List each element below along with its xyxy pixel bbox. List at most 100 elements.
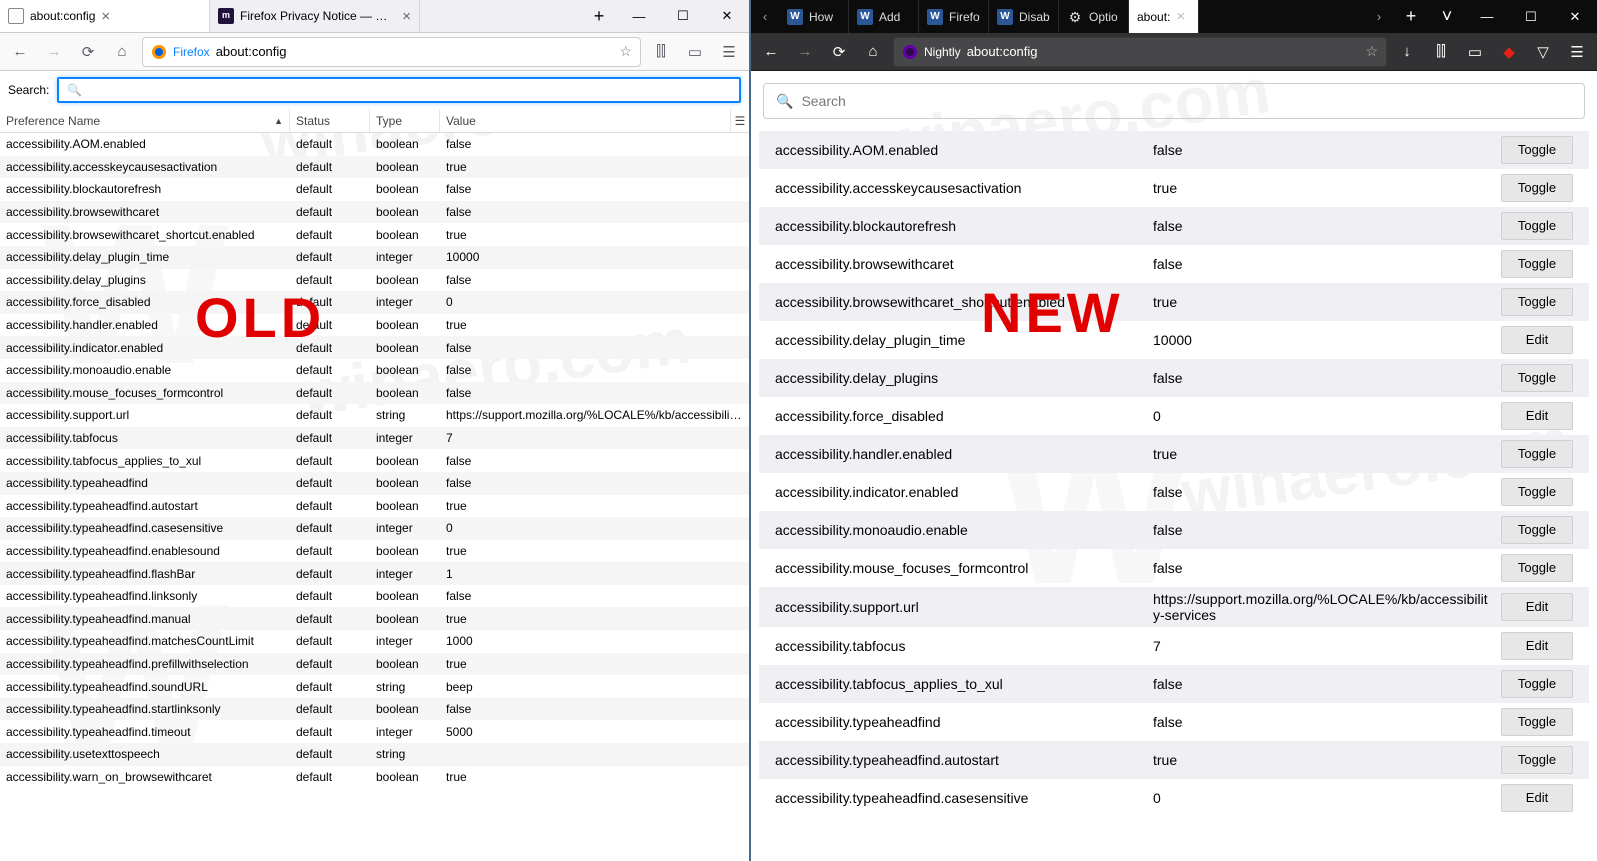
- tab[interactable]: WDisab: [989, 0, 1059, 33]
- bookmark-star-icon[interactable]: ☆: [1365, 43, 1378, 60]
- edit-button[interactable]: Edit: [1501, 784, 1573, 812]
- maximize-button[interactable]: ☐: [1509, 0, 1553, 33]
- pref-row[interactable]: accessibility.tabfocus_applies_to_xuldef…: [0, 449, 749, 472]
- toggle-button[interactable]: Toggle: [1501, 670, 1573, 698]
- pref-row[interactable]: accessibility.delay_plugin_timedefaultin…: [0, 246, 749, 269]
- pref-row[interactable]: accessibility.usetexttospeechdefaultstri…: [0, 743, 749, 766]
- pref-row[interactable]: accessibility.typeaheadfind.startlinkson…: [0, 698, 749, 721]
- pref-row[interactable]: accessibility.typeaheadfind.manualdefaul…: [0, 607, 749, 630]
- back-button[interactable]: ←: [6, 38, 34, 66]
- pref-name: accessibility.typeaheadfind.linksonly: [0, 589, 290, 603]
- pref-row[interactable]: accessibility.delay_pluginsdefaultboolea…: [0, 269, 749, 292]
- pref-row[interactable]: accessibility.monoaudio.enabledefaultboo…: [0, 359, 749, 382]
- tab[interactable]: ⚙Optio: [1059, 0, 1129, 33]
- close-tab-icon[interactable]: ×: [101, 8, 110, 25]
- sidebar-button[interactable]: ▭: [681, 38, 709, 66]
- menu-button[interactable]: ☰: [1563, 38, 1591, 66]
- ublock-icon[interactable]: ◆: [1495, 38, 1523, 66]
- reload-button[interactable]: ⟳: [74, 38, 102, 66]
- column-picker[interactable]: ☰: [731, 109, 749, 132]
- pref-row[interactable]: accessibility.typeaheadfinddefaultboolea…: [0, 472, 749, 495]
- sidebar-button[interactable]: ▭: [1461, 38, 1489, 66]
- minimize-button[interactable]: —: [1465, 0, 1509, 33]
- column-value[interactable]: Value: [440, 109, 731, 132]
- alltabs-button[interactable]: ˅: [1429, 0, 1465, 33]
- pref-row[interactable]: accessibility.browsewithcaret_shortcut.e…: [0, 223, 749, 246]
- pref-row[interactable]: accessibility.handler.enableddefaultbool…: [0, 314, 749, 337]
- tab-scroll-left[interactable]: ‹: [751, 0, 779, 33]
- close-tab-icon[interactable]: ×: [1176, 8, 1185, 25]
- library-button[interactable]: ⫿⫿: [1427, 38, 1455, 66]
- toggle-button[interactable]: Toggle: [1501, 746, 1573, 774]
- pref-row[interactable]: accessibility.typeaheadfind.matchesCount…: [0, 630, 749, 653]
- toggle-button[interactable]: Toggle: [1501, 440, 1573, 468]
- pref-row[interactable]: accessibility.accesskeycausesactivationd…: [0, 156, 749, 179]
- downloads-button[interactable]: ↓: [1393, 38, 1421, 66]
- back-button[interactable]: ←: [757, 38, 785, 66]
- pref-row[interactable]: accessibility.typeaheadfind.enablesoundd…: [0, 540, 749, 563]
- newtab-button[interactable]: +: [581, 0, 617, 32]
- pref-row[interactable]: accessibility.typeaheadfind.linksonlydef…: [0, 585, 749, 608]
- pref-value: 7: [440, 431, 749, 445]
- toggle-button[interactable]: Toggle: [1501, 516, 1573, 544]
- toggle-button[interactable]: Toggle: [1501, 288, 1573, 316]
- minimize-button[interactable]: —: [617, 0, 661, 32]
- library-button[interactable]: ⫿⫿: [647, 38, 675, 66]
- toggle-button[interactable]: Toggle: [1501, 212, 1573, 240]
- urlbar[interactable]: Firefox about:config ☆: [142, 37, 641, 67]
- pref-row[interactable]: accessibility.tabfocusdefaultinteger7: [0, 427, 749, 450]
- tab[interactable]: WHow: [779, 0, 849, 33]
- edit-button[interactable]: Edit: [1501, 402, 1573, 430]
- home-button[interactable]: ⌂: [108, 38, 136, 66]
- search-input[interactable]: 🔍 Search: [763, 83, 1585, 119]
- forward-button[interactable]: →: [40, 38, 68, 66]
- pref-row[interactable]: accessibility.warn_on_browsewithcaretdef…: [0, 766, 749, 789]
- tab[interactable]: WAdd: [849, 0, 919, 33]
- menu-button[interactable]: ☰: [715, 38, 743, 66]
- toggle-button[interactable]: Toggle: [1501, 136, 1573, 164]
- column-preference-name[interactable]: Preference Name▲: [0, 109, 290, 132]
- toggle-button[interactable]: Toggle: [1501, 250, 1573, 278]
- toggle-button[interactable]: Toggle: [1501, 478, 1573, 506]
- pref-row[interactable]: accessibility.AOM.enableddefaultbooleanf…: [0, 133, 749, 156]
- tab[interactable]: mFirefox Privacy Notice — Mozi×: [210, 0, 420, 32]
- search-input[interactable]: 🔍: [57, 77, 741, 103]
- pref-row[interactable]: accessibility.blockautorefreshdefaultboo…: [0, 178, 749, 201]
- forward-button[interactable]: →: [791, 38, 819, 66]
- toggle-button[interactable]: Toggle: [1501, 174, 1573, 202]
- newtab-button[interactable]: +: [1393, 0, 1429, 33]
- pref-row[interactable]: accessibility.typeaheadfind.flashBardefa…: [0, 562, 749, 585]
- toggle-button[interactable]: Toggle: [1501, 554, 1573, 582]
- close-window-button[interactable]: ✕: [705, 0, 749, 32]
- edit-button[interactable]: Edit: [1501, 326, 1573, 354]
- column-type[interactable]: Type: [370, 109, 440, 132]
- pref-value: https://support.mozilla.org/%LOCALE%/kb/…: [440, 408, 749, 422]
- pref-row[interactable]: accessibility.typeaheadfind.casesensitiv…: [0, 517, 749, 540]
- edit-button[interactable]: Edit: [1501, 632, 1573, 660]
- bookmark-star-icon[interactable]: ☆: [619, 43, 632, 60]
- pref-row[interactable]: accessibility.indicator.enableddefaultbo…: [0, 336, 749, 359]
- pref-row[interactable]: accessibility.mouse_focuses_formcontrold…: [0, 382, 749, 405]
- maximize-button[interactable]: ☐: [661, 0, 705, 32]
- toggle-button[interactable]: Toggle: [1501, 364, 1573, 392]
- column-status[interactable]: Status: [290, 109, 370, 132]
- urlbar[interactable]: Nightly about:config ☆: [893, 37, 1387, 67]
- pref-row[interactable]: accessibility.typeaheadfind.prefillwiths…: [0, 653, 749, 676]
- tab[interactable]: about:×: [1129, 0, 1199, 33]
- pref-row[interactable]: accessibility.force_disableddefaultinteg…: [0, 291, 749, 314]
- pref-row[interactable]: accessibility.typeaheadfind.autostartdef…: [0, 495, 749, 518]
- pref-row[interactable]: accessibility.typeaheadfind.timeoutdefau…: [0, 720, 749, 743]
- toggle-button[interactable]: Toggle: [1501, 708, 1573, 736]
- shield-icon[interactable]: ▽: [1529, 38, 1557, 66]
- tab[interactable]: WFirefo: [919, 0, 989, 33]
- close-tab-icon[interactable]: ×: [402, 8, 411, 25]
- tab-scroll-right[interactable]: ›: [1365, 0, 1393, 33]
- tab[interactable]: about:config×: [0, 0, 210, 32]
- pref-row[interactable]: accessibility.typeaheadfind.soundURLdefa…: [0, 675, 749, 698]
- close-window-button[interactable]: ✕: [1553, 0, 1597, 33]
- pref-row[interactable]: accessibility.support.urldefaultstringht…: [0, 404, 749, 427]
- pref-row[interactable]: accessibility.browsewithcaretdefaultbool…: [0, 201, 749, 224]
- reload-button[interactable]: ⟳: [825, 38, 853, 66]
- edit-button[interactable]: Edit: [1501, 593, 1573, 621]
- home-button[interactable]: ⌂: [859, 38, 887, 66]
